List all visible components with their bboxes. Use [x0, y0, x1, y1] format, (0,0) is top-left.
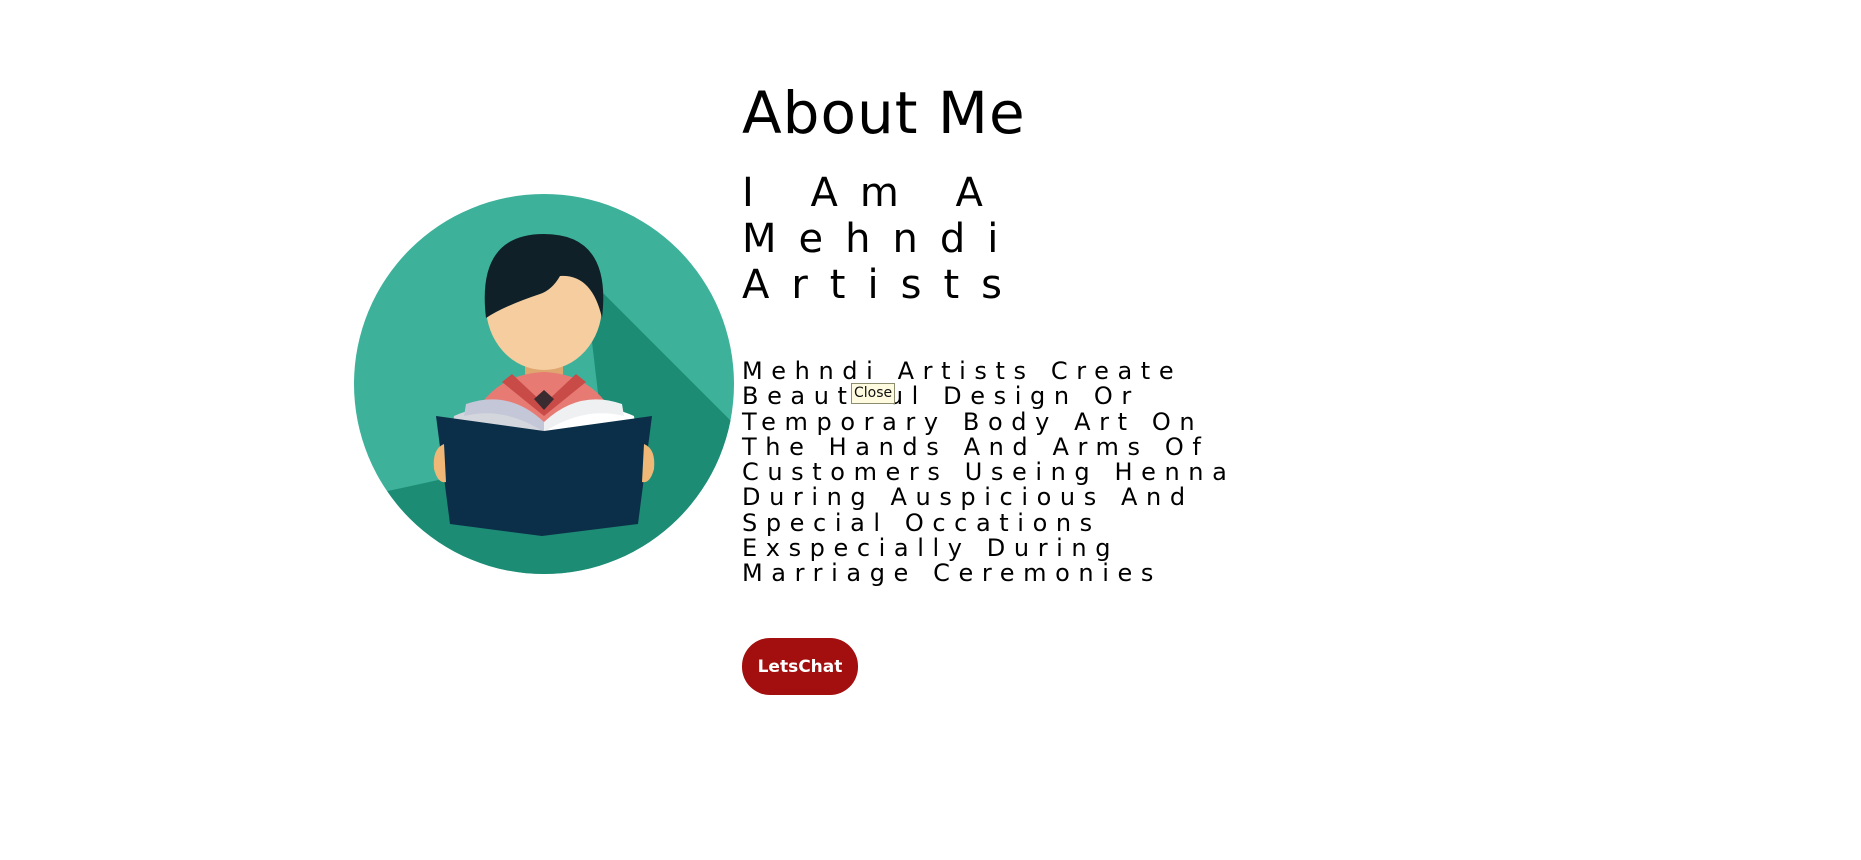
- description-line: Mehndi Artists Create: [742, 357, 1183, 385]
- description-line: Exspecially During: [742, 534, 1120, 563]
- description-line: Customers Useing Henna: [742, 458, 1236, 487]
- description-line: Beautiful Design Or: [742, 382, 1140, 411]
- description-line: The Hands And Arms Of: [742, 432, 1210, 461]
- about-illustration: [354, 194, 734, 574]
- person-reading-book-icon: [354, 194, 734, 574]
- description-line: Temporary Body Art On: [742, 407, 1204, 436]
- subtitle-line: I Am A: [742, 170, 1005, 216]
- subtitle-line: Mehndi: [742, 216, 1021, 262]
- subtitle-line: Artists: [742, 262, 1024, 308]
- close-tooltip: Close: [851, 383, 896, 404]
- description-line: Special Occations: [742, 508, 1101, 537]
- description-line: During Auspicious And: [742, 483, 1194, 512]
- page-title: About Me: [742, 79, 1026, 147]
- lets-chat-button[interactable]: LetsChat: [742, 638, 858, 695]
- subtitle: I Am A Mehndi Artists: [742, 170, 1024, 308]
- description-line: Marriage Ceremonies: [742, 559, 1162, 588]
- about-description: Mehndi Artists Create Beautiful Design O…: [742, 357, 1236, 588]
